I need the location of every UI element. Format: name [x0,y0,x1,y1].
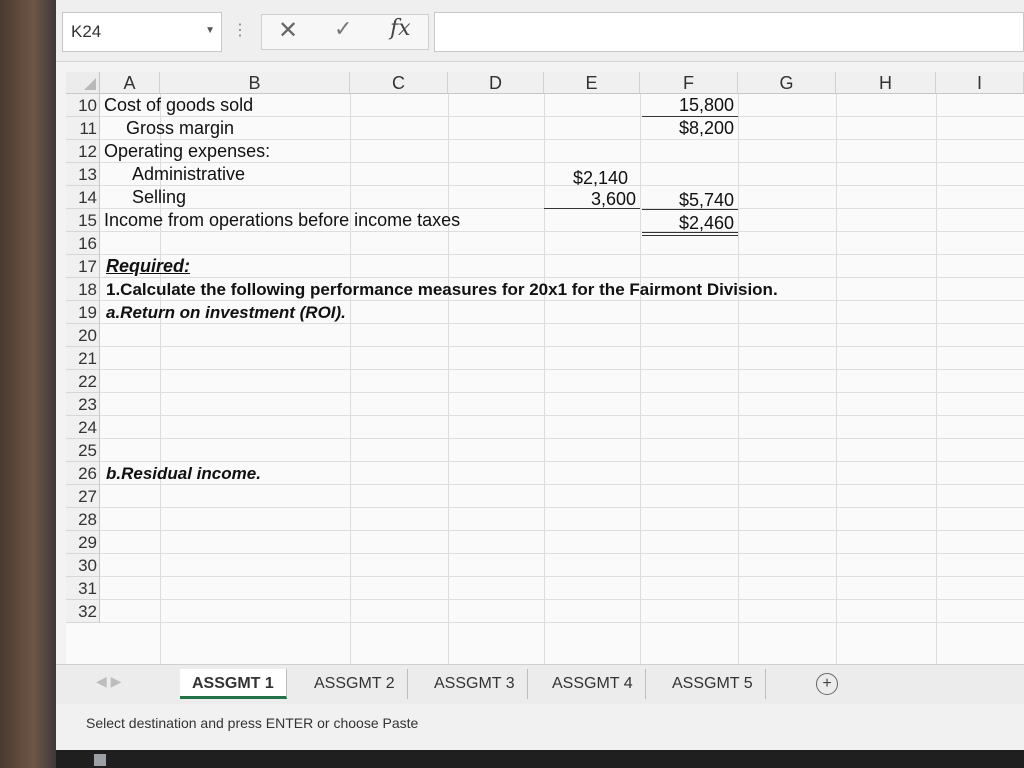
column-header-d[interactable]: D [448,72,544,94]
gridline [936,94,937,664]
excel-window: K24 ▼ ⋮ ✕ ✓ fx A B C D E F G H I 10 11 1… [56,0,1024,750]
underline [642,209,738,210]
row-header-22[interactable]: 22 [66,370,100,393]
row-header-31[interactable]: 31 [66,577,100,600]
row-header-27[interactable]: 27 [66,485,100,508]
gridline [100,553,1024,554]
cell-a26[interactable]: b.Residual income. [106,462,261,485]
gridline [100,346,1024,347]
gridline [100,530,1024,531]
status-bar: Select destination and press ENTER or ch… [56,704,1024,750]
column-header-e[interactable]: E [544,72,640,94]
gridline [100,392,1024,393]
gridline [100,599,1024,600]
name-box-value: K24 [71,22,102,41]
formula-input[interactable] [434,12,1024,52]
tab-scroll-arrows-icon[interactable]: ◀ ▶ [96,673,121,690]
row-header-28[interactable]: 28 [66,508,100,531]
formula-bar: K24 ▼ ⋮ ✕ ✓ fx [56,0,1024,62]
gridline [100,254,1024,255]
column-header-c[interactable]: C [350,72,448,94]
enter-icon[interactable]: ✓ [334,16,352,42]
underline [544,208,640,209]
cell-a10[interactable]: Cost of goods sold [104,94,253,117]
cell-a19[interactable]: a.Return on investment (ROI). [106,301,346,324]
more-options-icon[interactable]: ⋮ [232,20,248,40]
cell-a15[interactable]: Income from operations before income tax… [104,209,460,232]
double-underline [642,232,738,236]
row-header-10[interactable]: 10 [66,94,100,117]
row-header-13[interactable]: 13 [66,163,100,186]
cell-a13[interactable]: Administrative [132,163,245,186]
cell-f11[interactable]: $8,200 [642,117,734,140]
row-header-29[interactable]: 29 [66,531,100,554]
cell-e13[interactable]: $2,140 [544,167,628,190]
column-header-f[interactable]: F [640,72,738,94]
add-sheet-icon[interactable]: + [816,673,838,695]
gridline [738,94,739,664]
gridline [836,94,837,664]
row-header-21[interactable]: 21 [66,347,100,370]
insert-function-icon[interactable]: fx [390,16,411,41]
row-header-17[interactable]: 17 [66,255,100,278]
cell-a11[interactable]: Gross margin [126,117,234,140]
row-header-20[interactable]: 20 [66,324,100,347]
row-header-16[interactable]: 16 [66,232,100,255]
row-header-24[interactable]: 24 [66,416,100,439]
row-header-15[interactable]: 15 [66,209,100,232]
taskbar [56,750,1024,768]
row-header-25[interactable]: 25 [66,439,100,462]
row-header-14[interactable]: 14 [66,186,100,209]
row-header-12[interactable]: 12 [66,140,100,163]
status-message: Select destination and press ENTER or ch… [86,715,419,731]
cell-a12[interactable]: Operating expenses: [104,140,270,163]
cell-a18[interactable]: 1.Calculate the following performance me… [106,278,778,301]
gridline [350,94,351,664]
cell-a17[interactable]: Required: [106,255,190,278]
column-header-g[interactable]: G [738,72,836,94]
column-header-h[interactable]: H [836,72,936,94]
sheet-tab-bar: ◀ ▶ ASSGMT 1 ASSGMT 2 ASSGMT 3 ASSGMT 4 … [56,664,1024,704]
row-header-30[interactable]: 30 [66,554,100,577]
gridline [100,415,1024,416]
column-header-a[interactable]: A [100,72,160,94]
gridline [100,507,1024,508]
gridline [100,622,1024,623]
windows-start-icon[interactable] [94,754,106,766]
tab-assgmt-4[interactable]: ASSGMT 4 [540,669,646,699]
cell-a14[interactable]: Selling [132,186,186,209]
gridline [100,438,1024,439]
gridline [640,94,641,664]
gridline [100,369,1024,370]
chevron-down-icon[interactable]: ▼ [205,25,215,36]
select-all-corner[interactable] [66,72,100,94]
row-header-11[interactable]: 11 [66,117,100,140]
gridline [448,94,449,664]
row-header-32[interactable]: 32 [66,600,100,623]
column-header-b[interactable]: B [160,72,350,94]
gridline [100,576,1024,577]
spreadsheet-grid[interactable]: A B C D E F G H I 10 11 12 13 14 15 16 1… [66,72,1024,664]
row-header-23[interactable]: 23 [66,393,100,416]
tab-assgmt-3[interactable]: ASSGMT 3 [422,669,528,699]
tab-assgmt-2[interactable]: ASSGMT 2 [302,669,408,699]
tab-assgmt-5[interactable]: ASSGMT 5 [660,669,766,699]
cell-f10[interactable]: 15,800 [642,94,734,117]
column-header-i[interactable]: I [936,72,1024,94]
row-header-19[interactable]: 19 [66,301,100,324]
name-box[interactable]: K24 ▼ [62,12,222,52]
cancel-icon[interactable]: ✕ [278,16,298,45]
row-header-26[interactable]: 26 [66,462,100,485]
monitor-bezel [0,0,56,768]
row-header-18[interactable]: 18 [66,278,100,301]
tab-assgmt-1[interactable]: ASSGMT 1 [180,669,287,699]
